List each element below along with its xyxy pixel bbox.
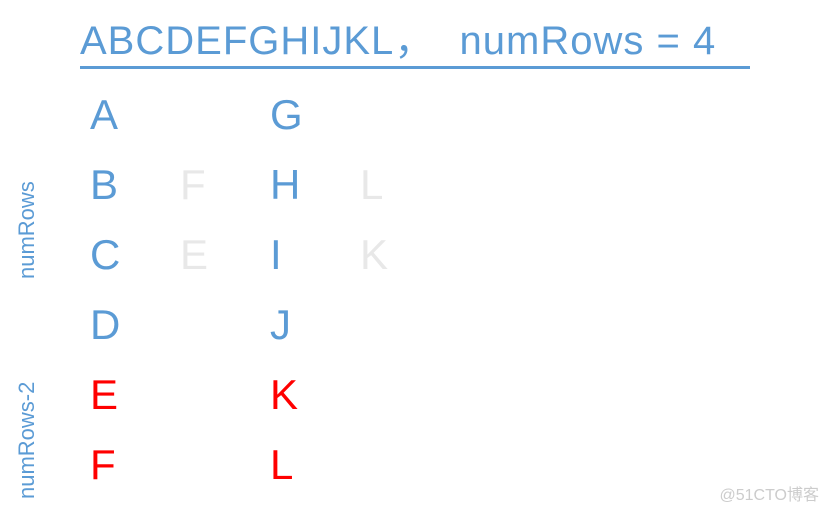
cell: L (270, 441, 360, 489)
separator: ， (394, 19, 435, 63)
cell: E (180, 231, 270, 279)
cell: K (270, 371, 360, 419)
header-underline (80, 66, 750, 69)
cell: K (360, 231, 450, 279)
side-label-numrows-minus-2: numRows-2 (14, 370, 40, 510)
param-text: numRows = 4 (460, 19, 717, 63)
input-string: ABCDEFGHIJKL (80, 19, 394, 63)
cell: J (270, 301, 360, 349)
watermark: @51CTO博客 (719, 481, 819, 505)
cell: E (90, 371, 180, 419)
cell: F (90, 441, 180, 489)
grid-row: B F H L (90, 150, 540, 220)
cell: D (90, 301, 180, 349)
cell: H (270, 161, 360, 209)
cell: G (270, 91, 360, 139)
grid-row: A G (90, 80, 540, 150)
side-label-numrows: numRows (14, 130, 40, 330)
cell: I (270, 231, 360, 279)
header-line: ABCDEFGHIJKL， numRows = 4 (80, 8, 716, 66)
cell: B (90, 161, 180, 209)
cell: F (180, 161, 270, 209)
cell: A (90, 91, 180, 139)
cell: L (360, 161, 450, 209)
grid-row: C E I K (90, 220, 540, 290)
zigzag-grid: A G B F H L C E I K D J E K F L (90, 80, 540, 500)
cell: C (90, 231, 180, 279)
grid-row: D J (90, 290, 540, 360)
grid-row: E K (90, 360, 540, 430)
grid-row: F L (90, 430, 540, 500)
